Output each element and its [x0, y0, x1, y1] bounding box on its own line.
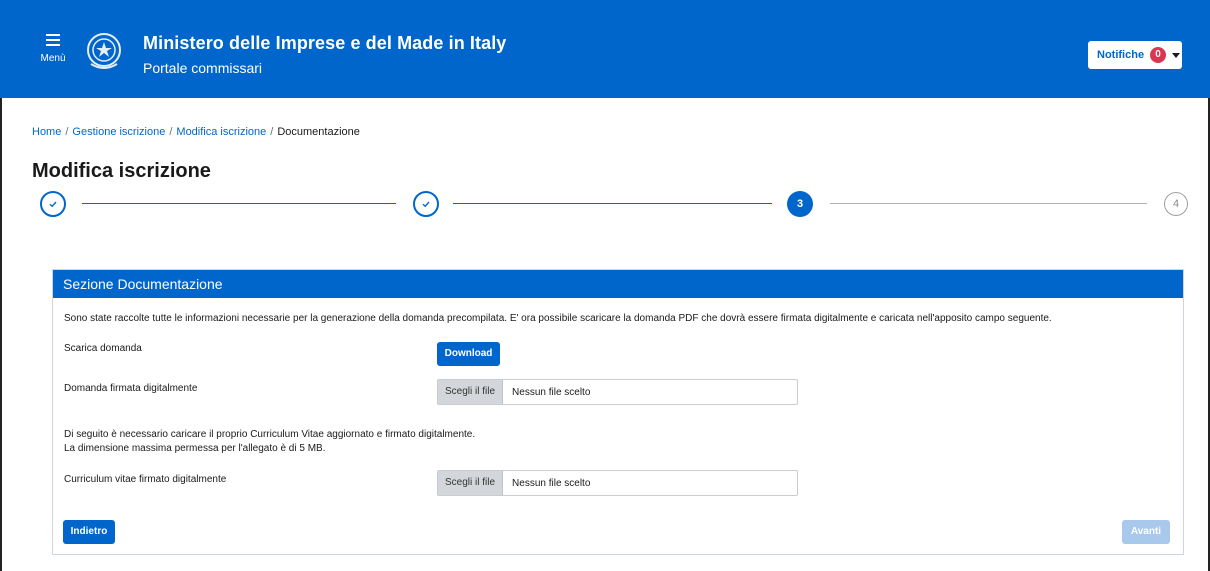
check-icon [422, 201, 430, 208]
choose-file-button[interactable]: Scegli il file [438, 380, 504, 404]
cv-info-line: Di seguito è necessario caricare il prop… [64, 429, 476, 440]
cv-info-text: Di seguito è necessario caricare il prop… [64, 428, 475, 456]
notifications-button[interactable]: Notifiche 0 [1088, 41, 1182, 69]
step-2-completed [413, 191, 439, 217]
republic-emblem-logo [87, 33, 121, 69]
cv-info-line: La dimensione massima permessa per l'all… [64, 443, 326, 454]
section-intro-text: Sono state raccolte tutte le informazion… [64, 313, 1052, 324]
step-connector [453, 203, 772, 204]
breadcrumb-gestione-iscrizione[interactable]: Gestione iscrizione [72, 126, 165, 138]
notifications-count-badge: 0 [1150, 47, 1167, 63]
step-connector [82, 203, 396, 204]
step-1-completed [40, 191, 66, 217]
breadcrumb-modifica-iscrizione[interactable]: Modifica iscrizione [176, 126, 266, 138]
menu-label: Menù [40, 53, 66, 64]
menu-button[interactable]: Menù [38, 34, 68, 64]
signed-application-label: Domanda firmata digitalmente [64, 383, 198, 394]
breadcrumb-home[interactable]: Home [32, 126, 61, 138]
breadcrumb-current: Documentazione [277, 126, 360, 138]
caret-down-icon [1172, 52, 1181, 58]
app-subtitle: Portale commissari [143, 60, 263, 76]
choose-file-button[interactable]: Scegli il file [438, 471, 504, 495]
app-title: Ministero delle Imprese e del Made in It… [143, 33, 507, 53]
page-title: Modifica iscrizione [32, 160, 211, 182]
section-header: Sezione Documentazione [53, 270, 1183, 298]
step-3-current: 3 [787, 191, 813, 217]
cv-file-input[interactable]: Scegli il file Nessun file scelto [437, 470, 798, 496]
cv-label: Curriculum vitae firmato digitalmente [64, 474, 227, 485]
app-header: Menù Ministero delle Imprese e del Made … [0, 0, 1210, 98]
file-status: Nessun file scelto [512, 477, 591, 489]
download-label: Scarica domanda [64, 343, 142, 354]
hamburger-icon [46, 34, 60, 46]
file-status: Nessun file scelto [512, 386, 591, 398]
signed-application-file-input[interactable]: Scegli il file Nessun file scelto [437, 379, 798, 405]
step-connector [830, 203, 1147, 204]
progress-stepper: 3 4 [40, 191, 1190, 217]
download-button[interactable]: Download [437, 342, 500, 366]
next-button[interactable]: Avanti [1122, 520, 1170, 544]
step-4-todo: 4 [1164, 192, 1188, 216]
back-button[interactable]: Indietro [63, 520, 115, 544]
check-icon [49, 201, 57, 208]
breadcrumb: Home / Gestione iscrizione / Modifica iscriz… [32, 126, 360, 138]
documentation-section-card: Sezione Documentazione Sono state raccol… [52, 269, 1184, 555]
notifications-label: Notifiche [1097, 49, 1145, 61]
